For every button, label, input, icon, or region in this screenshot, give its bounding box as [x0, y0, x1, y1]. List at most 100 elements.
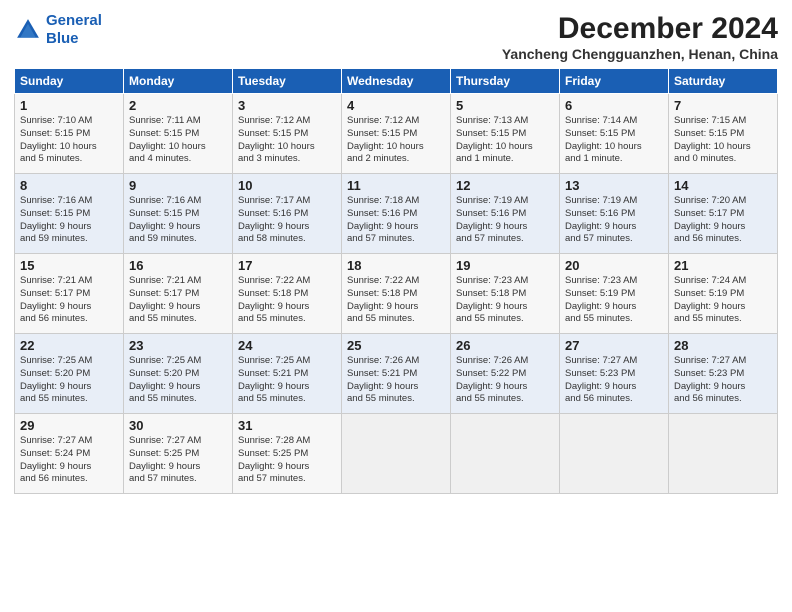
location-subtitle: Yancheng Chengguanzhen, Henan, China	[502, 46, 778, 62]
calendar-cell: 3Sunrise: 7:12 AM Sunset: 5:15 PM Daylig…	[233, 94, 342, 174]
calendar-cell: 16 Sunrise: 7:21 AM Sunset: 5:17 PM Dayli…	[124, 254, 233, 334]
day-number: 15	[20, 258, 118, 273]
cell-details: Sunrise: 7:14 AM Sunset: 5:15 PM Dayligh…	[565, 115, 663, 166]
calendar-cell: 9 Sunrise: 7:16 AM Sunset: 5:15 PM Daylig…	[124, 174, 233, 254]
day-number: 2	[129, 98, 227, 113]
logo: General Blue	[14, 12, 102, 48]
calendar-cell: 19 Sunrise: 7:23 AM Sunset: 5:18 PM Dayli…	[451, 254, 560, 334]
calendar-cell: 27Sunrise: 7:27 AM Sunset: 5:23 PM Dayli…	[560, 334, 669, 414]
cell-details: Sunrise: 7:22 AM Sunset: 5:18 PM Dayligh…	[238, 275, 336, 326]
calendar-cell: 18 Sunrise: 7:22 AM Sunset: 5:18 PM Dayli…	[342, 254, 451, 334]
day-number: 6	[565, 98, 663, 113]
weekday-sunday: Sunday	[15, 69, 124, 94]
cell-details: Sunrise: 7:27 AM Sunset: 5:24 PM Dayligh…	[20, 435, 118, 486]
day-number: 14	[674, 178, 772, 193]
weekday-friday: Friday	[560, 69, 669, 94]
day-number: 24	[238, 338, 336, 353]
cell-details: Sunrise: 7:26 AM Sunset: 5:22 PM Dayligh…	[456, 355, 554, 406]
cell-details: Sunrise: 7:16 AM Sunset: 5:15 PM Dayligh…	[129, 195, 227, 246]
cell-details: Sunrise: 7:17 AM Sunset: 5:16 PM Dayligh…	[238, 195, 336, 246]
calendar-cell	[342, 414, 451, 494]
calendar-cell: 14 Sunrise: 7:20 AM Sunset: 5:17 PM Dayli…	[669, 174, 778, 254]
weekday-header-row: SundayMondayTuesdayWednesdayThursdayFrid…	[15, 69, 778, 94]
page-header: General Blue December 2024 Yancheng Chen…	[14, 12, 778, 62]
day-number: 23	[129, 338, 227, 353]
calendar-cell	[451, 414, 560, 494]
calendar-week-3: 15 Sunrise: 7:21 AM Sunset: 5:17 PM Dayli…	[15, 254, 778, 334]
cell-details: Sunrise: 7:24 AM Sunset: 5:19 PM Dayligh…	[674, 275, 772, 326]
calendar-week-2: 8 Sunrise: 7:16 AM Sunset: 5:15 PM Daylig…	[15, 174, 778, 254]
cell-details: Sunrise: 7:11 AM Sunset: 5:15 PM Dayligh…	[129, 115, 227, 166]
cell-details: Sunrise: 7:28 AM Sunset: 5:25 PM Dayligh…	[238, 435, 336, 486]
cell-details: Sunrise: 7:13 AM Sunset: 5:15 PM Dayligh…	[456, 115, 554, 166]
calendar-cell: 6 Sunrise: 7:14 AM Sunset: 5:15 PM Daylig…	[560, 94, 669, 174]
calendar-cell: 20Sunrise: 7:23 AM Sunset: 5:19 PM Dayli…	[560, 254, 669, 334]
calendar-cell: 5 Sunrise: 7:13 AM Sunset: 5:15 PM Daylig…	[451, 94, 560, 174]
calendar-cell: 7 Sunrise: 7:15 AM Sunset: 5:15 PM Daylig…	[669, 94, 778, 174]
day-number: 31	[238, 418, 336, 433]
calendar-cell: 25 Sunrise: 7:26 AM Sunset: 5:21 PM Dayli…	[342, 334, 451, 414]
calendar-cell: 23 Sunrise: 7:25 AM Sunset: 5:20 PM Dayli…	[124, 334, 233, 414]
calendar-cell: 17 Sunrise: 7:22 AM Sunset: 5:18 PM Dayli…	[233, 254, 342, 334]
day-number: 20	[565, 258, 663, 273]
cell-details: Sunrise: 7:23 AM Sunset: 5:18 PM Dayligh…	[456, 275, 554, 326]
title-block: December 2024 Yancheng Chengguanzhen, He…	[502, 12, 778, 62]
day-number: 9	[129, 178, 227, 193]
day-number: 19	[456, 258, 554, 273]
cell-details: Sunrise: 7:22 AM Sunset: 5:18 PM Dayligh…	[347, 275, 445, 326]
calendar-header: SundayMondayTuesdayWednesdayThursdayFrid…	[15, 69, 778, 94]
weekday-saturday: Saturday	[669, 69, 778, 94]
day-number: 5	[456, 98, 554, 113]
cell-details: Sunrise: 7:21 AM Sunset: 5:17 PM Dayligh…	[20, 275, 118, 326]
weekday-tuesday: Tuesday	[233, 69, 342, 94]
day-number: 26	[456, 338, 554, 353]
day-number: 18	[347, 258, 445, 273]
cell-details: Sunrise: 7:20 AM Sunset: 5:17 PM Dayligh…	[674, 195, 772, 246]
cell-details: Sunrise: 7:26 AM Sunset: 5:21 PM Dayligh…	[347, 355, 445, 406]
day-number: 1	[20, 98, 118, 113]
calendar-cell: 31 Sunrise: 7:28 AM Sunset: 5:25 PM Dayli…	[233, 414, 342, 494]
weekday-wednesday: Wednesday	[342, 69, 451, 94]
cell-details: Sunrise: 7:19 AM Sunset: 5:16 PM Dayligh…	[456, 195, 554, 246]
cell-details: Sunrise: 7:16 AM Sunset: 5:15 PM Dayligh…	[20, 195, 118, 246]
day-number: 27	[565, 338, 663, 353]
calendar-cell: 15 Sunrise: 7:21 AM Sunset: 5:17 PM Dayli…	[15, 254, 124, 334]
calendar-body: 1 Sunrise: 7:10 AM Sunset: 5:15 PM Daylig…	[15, 94, 778, 494]
cell-details: Sunrise: 7:18 AM Sunset: 5:16 PM Dayligh…	[347, 195, 445, 246]
weekday-monday: Monday	[124, 69, 233, 94]
day-number: 22	[20, 338, 118, 353]
calendar-cell: 21Sunrise: 7:24 AM Sunset: 5:19 PM Dayli…	[669, 254, 778, 334]
calendar-cell: 29Sunrise: 7:27 AM Sunset: 5:24 PM Dayli…	[15, 414, 124, 494]
calendar-cell: 4Sunrise: 7:12 AM Sunset: 5:15 PM Daylig…	[342, 94, 451, 174]
day-number: 16	[129, 258, 227, 273]
day-number: 28	[674, 338, 772, 353]
calendar-cell: 8 Sunrise: 7:16 AM Sunset: 5:15 PM Daylig…	[15, 174, 124, 254]
cell-details: Sunrise: 7:10 AM Sunset: 5:15 PM Dayligh…	[20, 115, 118, 166]
day-number: 8	[20, 178, 118, 193]
day-number: 30	[129, 418, 227, 433]
calendar-week-1: 1 Sunrise: 7:10 AM Sunset: 5:15 PM Daylig…	[15, 94, 778, 174]
cell-details: Sunrise: 7:27 AM Sunset: 5:23 PM Dayligh…	[674, 355, 772, 406]
day-number: 25	[347, 338, 445, 353]
calendar-cell: 28 Sunrise: 7:27 AM Sunset: 5:23 PM Dayli…	[669, 334, 778, 414]
logo-icon	[14, 16, 42, 44]
day-number: 17	[238, 258, 336, 273]
day-number: 11	[347, 178, 445, 193]
cell-details: Sunrise: 7:21 AM Sunset: 5:17 PM Dayligh…	[129, 275, 227, 326]
cell-details: Sunrise: 7:15 AM Sunset: 5:15 PM Dayligh…	[674, 115, 772, 166]
day-number: 12	[456, 178, 554, 193]
calendar-cell: 24 Sunrise: 7:25 AM Sunset: 5:21 PM Dayli…	[233, 334, 342, 414]
calendar-cell: 26 Sunrise: 7:26 AM Sunset: 5:22 PM Dayli…	[451, 334, 560, 414]
day-number: 3	[238, 98, 336, 113]
cell-details: Sunrise: 7:25 AM Sunset: 5:20 PM Dayligh…	[20, 355, 118, 406]
cell-details: Sunrise: 7:25 AM Sunset: 5:21 PM Dayligh…	[238, 355, 336, 406]
calendar-cell: 30Sunrise: 7:27 AM Sunset: 5:25 PM Dayli…	[124, 414, 233, 494]
cell-details: Sunrise: 7:25 AM Sunset: 5:20 PM Dayligh…	[129, 355, 227, 406]
cell-details: Sunrise: 7:12 AM Sunset: 5:15 PM Dayligh…	[347, 115, 445, 166]
calendar-cell	[669, 414, 778, 494]
calendar-cell: 12 Sunrise: 7:19 AM Sunset: 5:16 PM Dayli…	[451, 174, 560, 254]
calendar-table: SundayMondayTuesdayWednesdayThursdayFrid…	[14, 68, 778, 494]
day-number: 7	[674, 98, 772, 113]
calendar-cell: 2 Sunrise: 7:11 AM Sunset: 5:15 PM Daylig…	[124, 94, 233, 174]
calendar-cell: 11 Sunrise: 7:18 AM Sunset: 5:16 PM Dayli…	[342, 174, 451, 254]
